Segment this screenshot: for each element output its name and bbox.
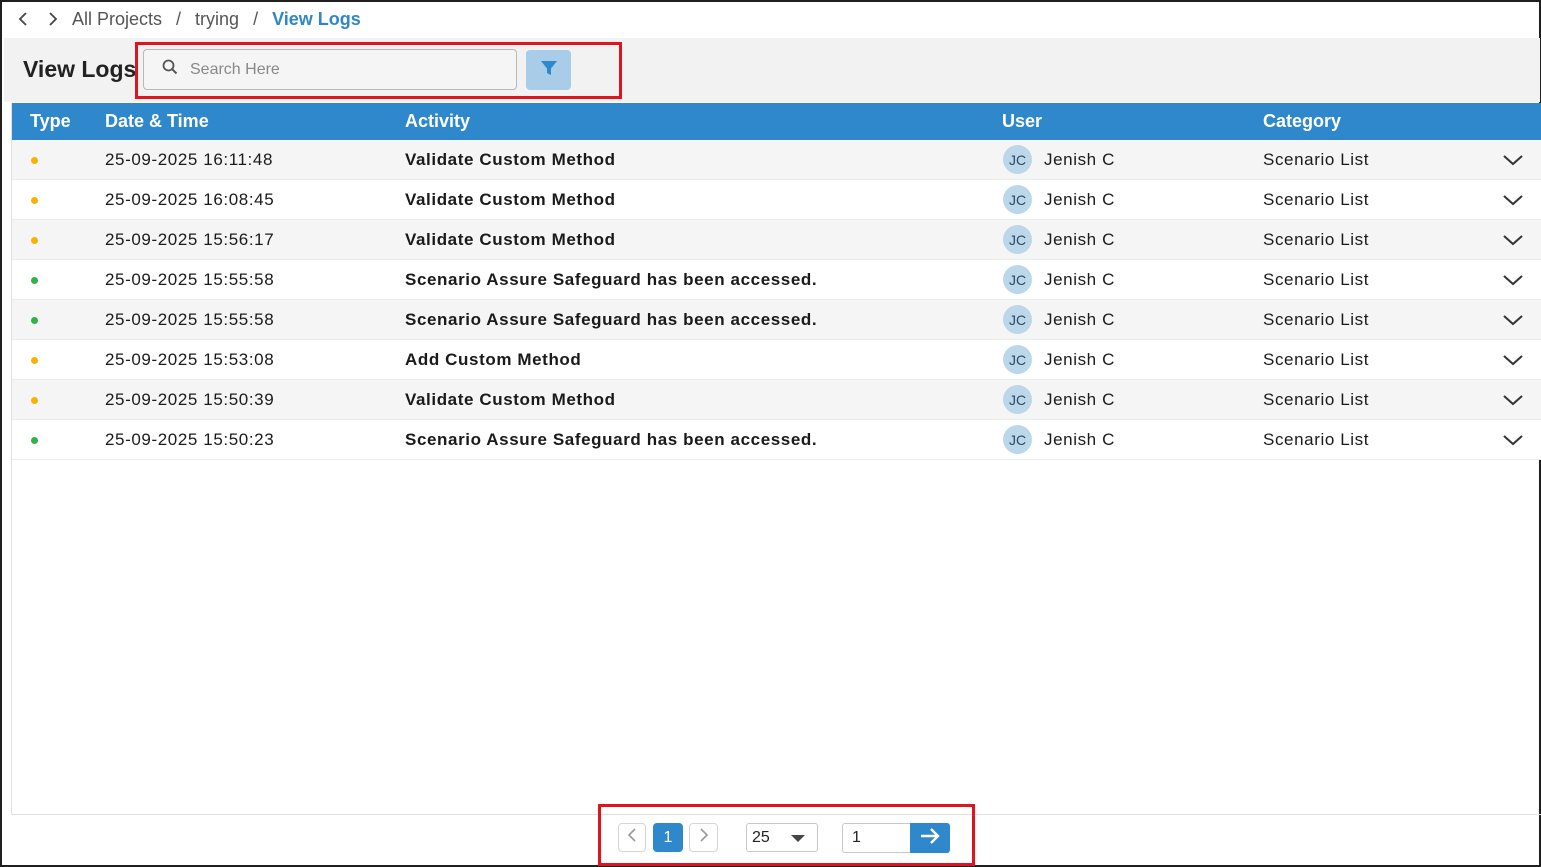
user-cell: Jenish C [1044,350,1115,369]
header-datetime[interactable]: Date & Time [105,111,209,132]
table-row[interactable]: 25-09-2025 16:08:45 Validate Custom Metho… [12,180,1541,220]
user-cell: Jenish C [1044,390,1115,409]
activity-cell: Validate Custom Method [405,230,616,249]
back-arrow-icon[interactable] [12,8,34,30]
activity-cell: Validate Custom Method [405,390,616,409]
page-title: View Logs [23,56,137,82]
datetime-cell: 25-09-2025 16:11:48 [105,150,273,169]
category-cell: Scenario List [1263,190,1370,209]
breadcrumb-project[interactable]: trying [195,9,239,30]
user-cell: Jenish C [1044,270,1115,289]
category-cell: Scenario List [1263,350,1370,369]
datetime-cell: 25-09-2025 15:50:39 [105,390,275,409]
user-cell: Jenish C [1044,310,1115,329]
header-category[interactable]: Category [1263,111,1341,132]
chevron-down-icon[interactable] [1502,432,1524,448]
datetime-cell: 25-09-2025 16:08:45 [105,190,275,209]
page-size-select[interactable]: 25 [746,823,818,852]
chevron-down-icon[interactable] [1502,272,1524,288]
table-row[interactable]: 25-09-2025 15:53:08 Add Custom Method JC Je… [12,340,1541,380]
category-cell: Scenario List [1263,230,1370,249]
avatar: JC [1003,385,1032,414]
breadcrumb-separator: / [253,8,259,29]
table-row[interactable]: 25-09-2025 16:11:48 Validate Custom Metho… [12,140,1541,180]
header-user[interactable]: User [1002,111,1042,132]
next-page-button[interactable] [689,823,718,852]
chevron-down-icon[interactable] [1502,152,1524,168]
type-status-dot [31,157,38,164]
header-activity[interactable]: Activity [405,111,470,132]
breadcrumb-all-projects[interactable]: All Projects [72,9,162,30]
goto-page-button[interactable] [910,823,950,853]
type-status-dot [31,277,38,284]
activity-cell: Validate Custom Method [405,190,616,209]
avatar: JC [1003,265,1032,294]
arrow-right-icon [919,827,941,850]
header-type[interactable]: Type [30,111,71,132]
chevron-down-icon[interactable] [1502,352,1524,368]
category-cell: Scenario List [1263,150,1370,169]
caret-down-icon [791,835,805,842]
type-status-dot [31,237,38,244]
highlight-box-search [135,42,622,99]
goto-page-input[interactable] [842,823,912,853]
table-row[interactable]: 25-09-2025 15:55:58 Scenario Assure Safeg… [12,260,1541,300]
type-status-dot [31,397,38,404]
user-cell: Jenish C [1044,430,1115,449]
table-row[interactable]: 25-09-2025 15:50:23 Scenario Assure Safeg… [12,420,1541,460]
user-cell: Jenish C [1044,190,1115,209]
type-status-dot [31,437,38,444]
prev-page-button[interactable] [618,823,646,852]
chevron-down-icon[interactable] [1502,232,1524,248]
chevron-down-icon[interactable] [1502,312,1524,328]
datetime-cell: 25-09-2025 15:56:17 [105,230,275,249]
user-cell: Jenish C [1044,230,1115,249]
type-status-dot [31,317,38,324]
forward-arrow-icon[interactable] [42,8,64,30]
datetime-cell: 25-09-2025 15:55:58 [105,310,275,329]
category-cell: Scenario List [1263,310,1370,329]
breadcrumb-current: View Logs [272,8,361,29]
datetime-cell: 25-09-2025 15:55:58 [105,270,275,289]
activity-cell: Scenario Assure Safeguard has been acces… [405,310,818,329]
chevron-right-icon [699,828,709,847]
table-header: Type Date & Time Activity User Category [12,103,1541,140]
activity-cell: Add Custom Method [405,350,582,369]
datetime-cell: 25-09-2025 15:53:08 [105,350,275,369]
avatar: JC [1003,145,1032,174]
page-size-value: 25 [752,828,770,846]
type-status-dot [31,197,38,204]
category-cell: Scenario List [1263,270,1370,289]
activity-cell: Scenario Assure Safeguard has been acces… [405,270,818,289]
activity-cell: Validate Custom Method [405,150,616,169]
table-row[interactable]: 25-09-2025 15:55:58 Scenario Assure Safeg… [12,300,1541,340]
page-number-button[interactable]: 1 [653,823,683,852]
breadcrumb-separator: / [176,8,182,29]
avatar: JC [1003,425,1032,454]
avatar: JC [1003,185,1032,214]
user-cell: Jenish C [1044,150,1115,169]
type-status-dot [31,357,38,364]
app-window: All Projects / trying / View Logs View L… [0,0,1541,867]
chevron-down-icon[interactable] [1502,392,1524,408]
activity-cell: Scenario Assure Safeguard has been acces… [405,430,818,449]
category-cell: Scenario List [1263,430,1370,449]
table-row[interactable]: 25-09-2025 15:50:39 Validate Custom Metho… [12,380,1541,420]
avatar: JC [1003,345,1032,374]
category-cell: Scenario List [1263,390,1370,409]
breadcrumb: All Projects / trying / View Logs [12,6,361,32]
chevron-down-icon[interactable] [1502,192,1524,208]
chevron-left-icon [627,828,637,847]
datetime-cell: 25-09-2025 15:50:23 [105,430,275,449]
logs-table: Type Date & Time Activity User Category … [11,103,1541,815]
table-row[interactable]: 25-09-2025 15:56:17 Validate Custom Metho… [12,220,1541,260]
avatar: JC [1003,225,1032,254]
avatar: JC [1003,305,1032,334]
